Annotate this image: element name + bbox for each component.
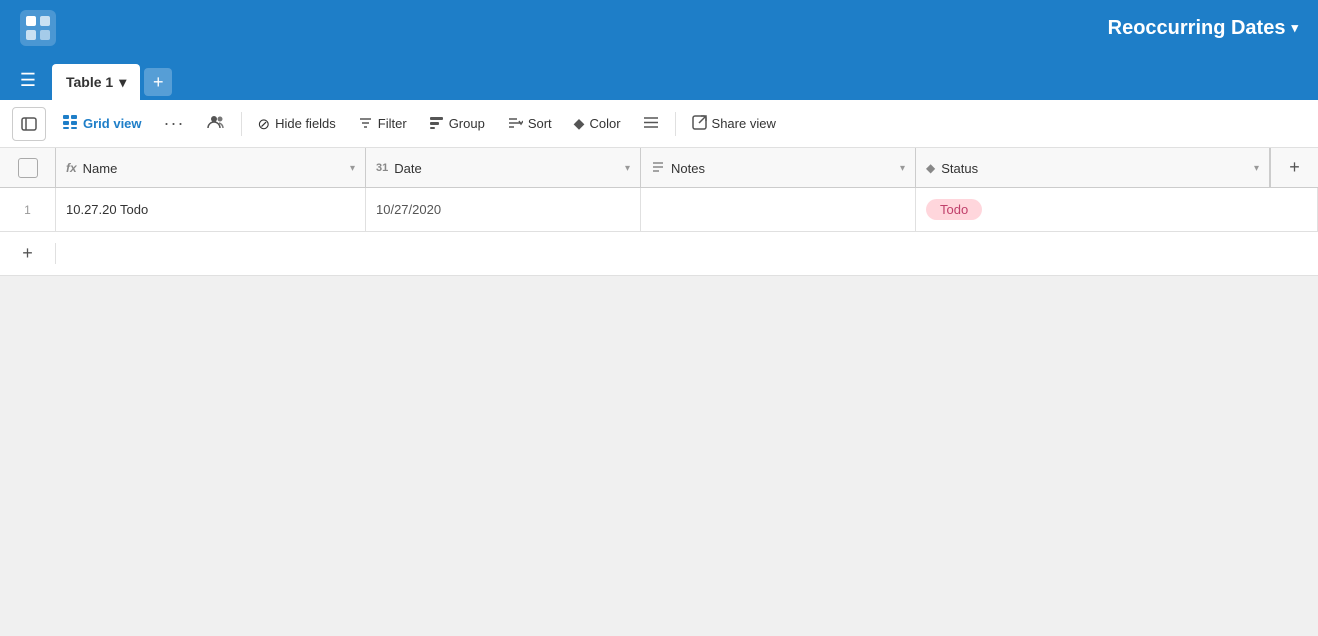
group-label: Group (449, 116, 485, 131)
status-cell[interactable]: Todo (916, 188, 1318, 231)
add-tab-button[interactable]: + (144, 68, 172, 96)
add-row-cell: + (0, 243, 56, 264)
status-col-label: Status (941, 161, 978, 176)
group-button[interactable]: Group (419, 109, 495, 139)
more-options-button[interactable]: ··· (154, 107, 195, 140)
status-col-arrow: ▾ (1254, 163, 1259, 174)
status-badge: Todo (926, 199, 982, 220)
sidebar-icon (21, 116, 37, 132)
group-icon (429, 115, 444, 133)
column-headers: fx Name ▾ 31 Date ▾ Notes ▾ ◆ Status ▾ (0, 148, 1318, 188)
filter-button[interactable]: Filter (348, 109, 417, 139)
row-number-cell: 1 (0, 188, 56, 231)
row-num-header (0, 148, 56, 187)
more-icon: ··· (164, 113, 185, 134)
notes-col-label: Notes (671, 161, 705, 176)
column-header-date[interactable]: 31 Date ▾ (366, 148, 641, 188)
name-cell[interactable]: 10.27.20 Todo (56, 188, 366, 231)
color-icon: ◆ (574, 115, 585, 132)
add-row: + (0, 232, 1318, 276)
divider2 (675, 112, 676, 136)
app-title-text: Reoccurring Dates (1108, 17, 1286, 40)
tab-bar: ☰ Table 1 ▾ + (0, 56, 1318, 100)
app-title[interactable]: Reoccurring Dates ▾ (1108, 17, 1298, 40)
notes-col-arrow: ▾ (900, 163, 905, 174)
tab-table1[interactable]: Table 1 ▾ (52, 64, 140, 100)
share-view-label: Share view (712, 116, 776, 131)
column-header-name[interactable]: fx Name ▾ (56, 148, 366, 188)
date-cell[interactable]: 10/27/2020 (366, 188, 641, 231)
row-height-button[interactable] (633, 109, 669, 139)
hide-label: Hide fields (275, 116, 336, 131)
share-icon (692, 115, 707, 133)
hamburger-button[interactable]: ☰ (12, 64, 44, 96)
notes-cell[interactable] (641, 188, 916, 231)
tab-arrow: ▾ (119, 74, 126, 91)
cursor-area (56, 232, 1318, 275)
share-view-button[interactable]: Share view (682, 109, 786, 139)
hide-icon: ⊘ (258, 115, 271, 133)
app-logo (20, 10, 56, 46)
name-col-arrow: ▾ (350, 163, 355, 174)
add-row-button[interactable]: + (22, 243, 33, 264)
grid-view-label: Grid view (83, 116, 142, 131)
color-label: Color (589, 116, 620, 131)
row-height-icon (643, 115, 659, 133)
status-col-icon: ◆ (926, 161, 935, 175)
name-value: 10.27.20 Todo (66, 202, 148, 217)
filter-label: Filter (378, 116, 407, 131)
notes-col-icon (651, 160, 665, 176)
select-all-checkbox[interactable] (18, 158, 38, 178)
table-wrapper: fx Name ▾ 31 Date ▾ Notes ▾ ◆ Status ▾ (0, 148, 1318, 636)
filter-icon (358, 115, 373, 133)
divider1 (241, 112, 242, 136)
name-col-label: Name (83, 161, 118, 176)
date-col-arrow: ▾ (625, 163, 630, 174)
name-col-icon: fx (66, 161, 77, 175)
empty-area (0, 276, 1318, 636)
date-col-label: Date (394, 161, 421, 176)
color-button[interactable]: ◆ Color (564, 109, 631, 138)
collaborators-button[interactable] (197, 108, 235, 139)
tab-label: Table 1 (66, 74, 113, 90)
column-header-notes[interactable]: Notes ▾ (641, 148, 916, 188)
app-title-arrow: ▾ (1291, 20, 1298, 36)
date-col-icon: 31 (376, 162, 388, 174)
sidebar-toggle[interactable] (12, 107, 46, 141)
hide-fields-button[interactable]: ⊘ Hide fields (248, 109, 346, 139)
sort-button[interactable]: Sort (497, 109, 562, 139)
column-header-status[interactable]: ◆ Status ▾ (916, 148, 1270, 188)
sort-label: Sort (528, 116, 552, 131)
table-row: 1 10.27.20 Todo 10/27/2020 Todo (0, 188, 1318, 232)
top-bar: Reoccurring Dates ▾ (0, 0, 1318, 56)
add-column-button[interactable]: + (1270, 148, 1318, 187)
grid-view-button[interactable]: Grid view (52, 108, 152, 140)
toolbar: Grid view ··· ⊘ Hide fields Filter (0, 100, 1318, 148)
date-value: 10/27/2020 (376, 202, 441, 217)
row-number: 1 (24, 203, 31, 217)
grid-icon (62, 114, 78, 134)
sort-icon (507, 115, 523, 133)
collaborators-icon (207, 114, 225, 133)
